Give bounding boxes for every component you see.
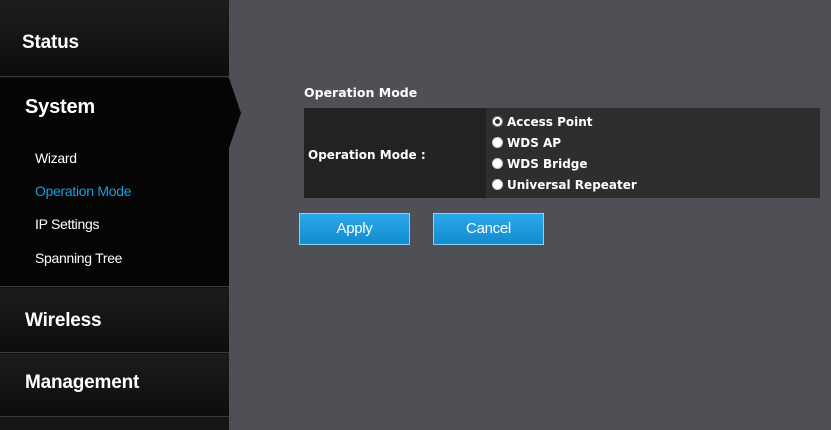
radio-label: WDS AP bbox=[507, 135, 562, 150]
sidebar-nav: Status System Wizard Operation Mode IP S… bbox=[0, 0, 229, 430]
cancel-button[interactable]: Cancel bbox=[433, 213, 544, 245]
sidebar-section-management[interactable]: Management bbox=[0, 354, 229, 416]
sidebar-section-stub bbox=[0, 417, 229, 430]
radio-label: Universal Repeater bbox=[507, 177, 637, 192]
radio-wds-ap[interactable]: WDS AP bbox=[492, 134, 561, 151]
radio-unchecked-icon[interactable] bbox=[492, 179, 503, 190]
radio-label: Access Point bbox=[507, 114, 593, 129]
sidebar-divider bbox=[0, 76, 229, 77]
radio-universal-repeater[interactable]: Universal Repeater bbox=[492, 176, 637, 193]
sidebar-section-status[interactable]: Status bbox=[0, 0, 229, 76]
apply-button[interactable]: Apply bbox=[299, 213, 410, 245]
sidebar-item-spanning-tree[interactable]: Spanning Tree bbox=[35, 250, 122, 266]
sidebar-section-system[interactable]: System bbox=[0, 78, 229, 128]
radio-label: WDS Bridge bbox=[507, 156, 588, 171]
options-cell: Access Point WDS AP WDS Bridge Universal… bbox=[486, 108, 820, 198]
system-submenu: Wizard Operation Mode IP Settings Spanni… bbox=[0, 128, 229, 286]
operation-mode-table: Operation Mode : Access Point WDS AP WDS… bbox=[304, 108, 820, 198]
sidebar-divider bbox=[0, 352, 229, 353]
radio-checked-icon[interactable] bbox=[492, 116, 503, 127]
sidebar-item-wizard[interactable]: Wizard bbox=[35, 150, 77, 166]
sidebar-item-operation-mode[interactable]: Operation Mode bbox=[35, 183, 132, 199]
sidebar-item-ip-settings[interactable]: IP Settings bbox=[35, 216, 99, 232]
label-cell: Operation Mode : bbox=[304, 108, 482, 198]
section-title: Operation Mode bbox=[304, 85, 418, 100]
sidebar-section-wireless[interactable]: Wireless bbox=[0, 288, 229, 352]
sidebar-divider bbox=[0, 286, 229, 287]
radio-unchecked-icon[interactable] bbox=[492, 137, 503, 148]
operation-mode-label: Operation Mode : bbox=[308, 148, 426, 162]
radio-unchecked-icon[interactable] bbox=[492, 158, 503, 169]
active-section-pointer-icon bbox=[229, 78, 241, 148]
radio-access-point[interactable]: Access Point bbox=[492, 113, 593, 130]
radio-wds-bridge[interactable]: WDS Bridge bbox=[492, 155, 588, 172]
